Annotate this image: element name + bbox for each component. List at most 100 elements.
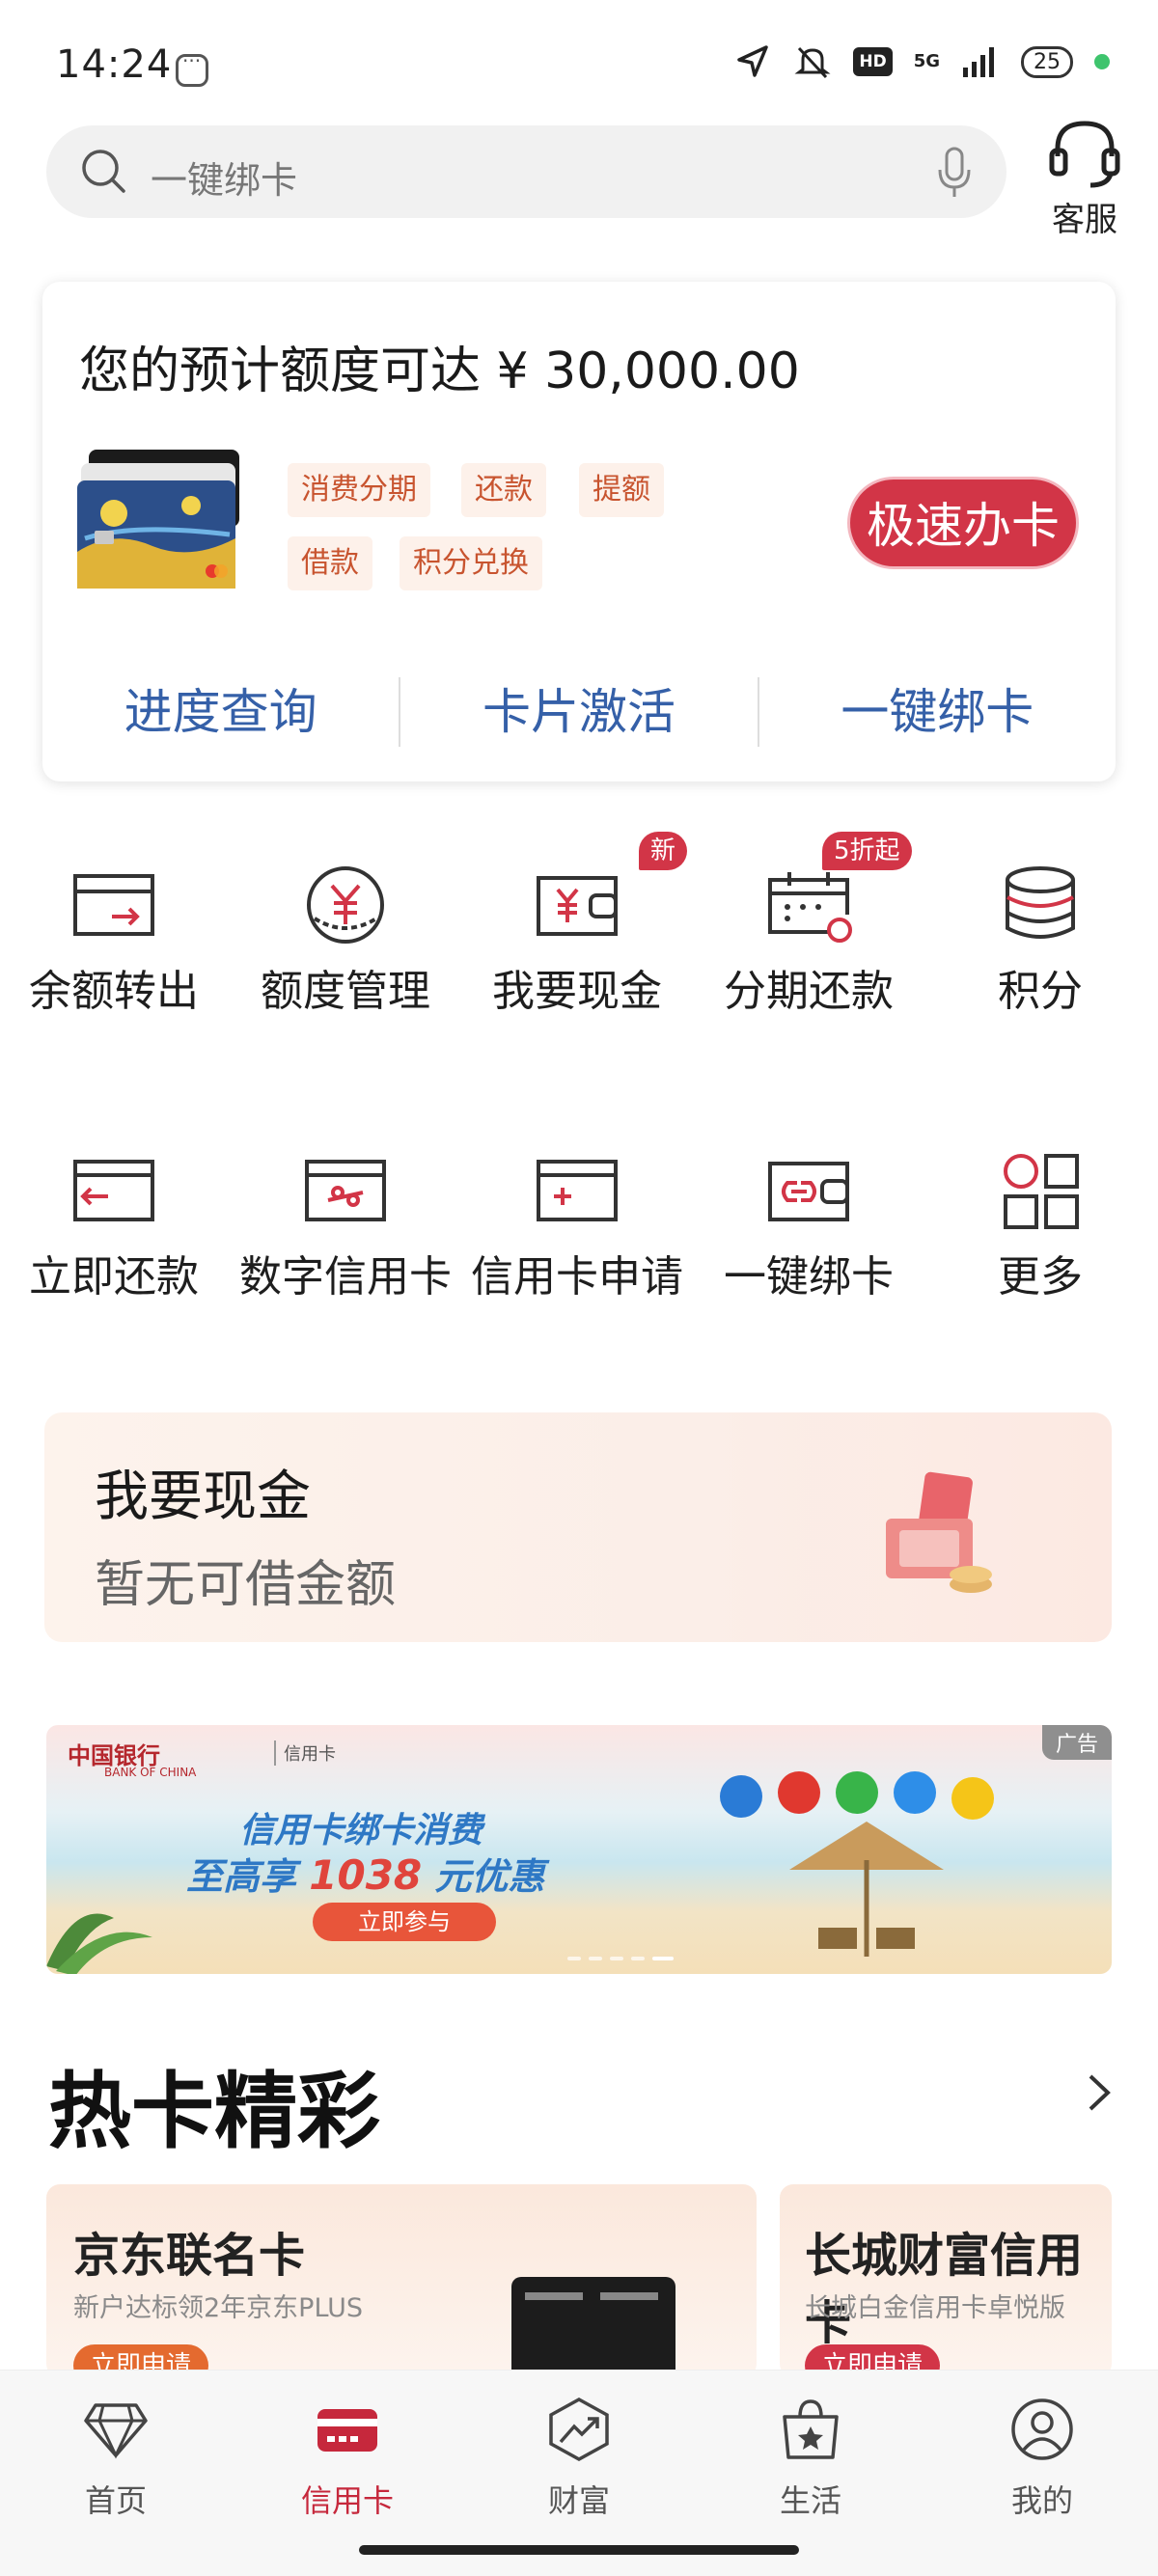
fast-apply-button[interactable]: 极速办卡	[847, 477, 1079, 569]
banner-offer-suffix: 元优惠	[434, 1855, 545, 1898]
grid-label: 余额转出	[29, 967, 199, 1016]
bank-logo-en: BANK OF CHINA	[104, 1766, 197, 1779]
tag-points-exchange[interactable]: 积分兑换	[400, 536, 542, 590]
banner-join-button[interactable]: 立即参与	[313, 1903, 496, 1941]
nav-label: 财富	[547, 2482, 610, 2519]
network-type: 5G	[913, 51, 940, 71]
grid-label: 一键绑卡	[724, 1252, 894, 1302]
message-icon	[176, 49, 208, 87]
grid-label: 积分	[998, 967, 1083, 1016]
microphone-icon[interactable]	[937, 147, 972, 199]
grid-label: 数字信用卡	[239, 1252, 452, 1302]
credit-summary-card: 您的预计额度可达 ¥ 30,000.00 消费分期 还款 提额 借款 积分兑换 …	[42, 282, 1116, 781]
estimated-limit-title: 您的预计额度可达 ¥ 30,000.00	[79, 343, 800, 400]
tag-loan[interactable]: 借款	[288, 536, 372, 590]
cash-card-title: 我要现金	[95, 1466, 311, 1528]
credit-limit-icon	[307, 866, 384, 944]
active-dot	[1094, 54, 1110, 69]
nav-credit-card[interactable]: 信用卡	[270, 2396, 425, 2521]
bind-card-icon	[768, 1162, 849, 1221]
tag-limit-increase[interactable]: 提额	[579, 463, 664, 517]
grid-item-installment[interactable]: 分期还款	[703, 859, 915, 1023]
status-time: 14:24	[56, 42, 173, 87]
grid-item-points[interactable]: 积分	[934, 859, 1146, 1023]
cash-stack-icon	[886, 1471, 992, 1593]
grid-label: 额度管理	[261, 967, 430, 1016]
search-input[interactable]: 一键绑卡	[151, 151, 297, 204]
nav-home[interactable]: 首页	[39, 2396, 193, 2521]
hot-card-great-wall[interactable]: 长城财富信用卡 长城白金信用卡卓悦版 立即申请	[780, 2184, 1112, 2377]
ad-label: 广告	[1041, 1725, 1112, 1760]
tag-installment[interactable]: 消费分期	[288, 463, 430, 517]
grid-item-card-apply[interactable]: 信用卡申请	[471, 1144, 683, 1308]
status-bar: 14:24 HD 5G 25	[0, 0, 1158, 125]
bind-card-link[interactable]: 一键绑卡	[759, 675, 1116, 749]
mute-icon	[794, 46, 831, 79]
chevron-right-icon[interactable]	[1085, 2070, 1114, 2115]
profile-icon	[1011, 2398, 1073, 2460]
search-bar[interactable]: 一键绑卡	[46, 125, 1006, 218]
grid-item-credit-limit[interactable]: 额度管理	[239, 859, 452, 1023]
customer-service-label: 客服	[1052, 201, 1117, 239]
nav-mine[interactable]: 我的	[965, 2396, 1119, 2521]
grid-item-bind-card[interactable]: 一键绑卡	[703, 1144, 915, 1308]
hot-card-title: 长城财富信用卡	[805, 2229, 1084, 2350]
diamond-icon	[84, 2403, 148, 2459]
wealth-chart-icon	[549, 2398, 609, 2461]
nav-label: 信用卡	[300, 2482, 394, 2519]
battery-icon: 25	[1021, 45, 1073, 78]
grid-label: 分期还款	[724, 967, 894, 1016]
hot-card-jd[interactable]: 京东联名卡 新户达标领2年京东PLUS 立即申请	[46, 2184, 757, 2377]
badge-new: 新	[639, 832, 688, 870]
grid-item-more[interactable]: 更多	[934, 1144, 1146, 1308]
installment-icon	[768, 872, 852, 943]
status-indicators: HD 5G 25	[733, 42, 1110, 81]
banner-brand-sub: 信用卡	[274, 1740, 336, 1766]
nav-label: 首页	[84, 2482, 147, 2519]
grid-label: 信用卡申请	[471, 1252, 683, 1302]
signal-icon	[963, 47, 994, 77]
home-indicator[interactable]	[359, 2545, 799, 2555]
summary-links: 进度查询 卡片激活 一键绑卡	[42, 675, 1116, 749]
nav-wealth[interactable]: 财富	[502, 2396, 656, 2521]
banner-pagination	[567, 1957, 674, 1960]
location-icon	[737, 45, 769, 77]
banner-offer-number: 1038	[309, 1851, 423, 1899]
hot-card-subtitle: 新户达标领2年京东PLUS	[73, 2293, 364, 2323]
promo-banner[interactable]: 中国银行 BANK OF CHINA 信用卡 广告 信用卡绑卡消费 至高享 10…	[46, 1725, 1112, 1974]
grid-item-digital-card[interactable]: 数字信用卡	[239, 1144, 452, 1308]
badge-discount: 5折起	[822, 832, 912, 870]
search-icon	[82, 150, 125, 193]
nav-life[interactable]: 生活	[733, 2396, 888, 2521]
banner-headline: 信用卡绑卡消费	[239, 1811, 483, 1850]
headset-icon	[1049, 121, 1120, 188]
card-apply-icon	[537, 1160, 618, 1221]
hot-card-title: 京东联名卡	[73, 2229, 306, 2283]
grid-label: 我要现金	[492, 967, 662, 1016]
cash-card[interactable]: 我要现金 暂无可借金额	[44, 1412, 1112, 1642]
grid-item-repay-now[interactable]: 立即还款	[8, 1144, 220, 1308]
card-activation-link[interactable]: 卡片激活	[400, 675, 757, 749]
tag-repayment[interactable]: 还款	[461, 463, 546, 517]
hot-card-subtitle: 长城白金信用卡卓悦版	[805, 2293, 1065, 2323]
grid-item-balance-transfer[interactable]: 余额转出	[8, 859, 220, 1023]
customer-service-button[interactable]: 客服	[1044, 118, 1125, 240]
repay-icon	[73, 1160, 154, 1221]
cash-wallet-icon	[537, 876, 618, 936]
hot-section-title: 热卡精彩	[48, 2064, 380, 2160]
cash-card-subtitle: 暂无可借金额	[95, 1556, 397, 1614]
partner-logos	[720, 1771, 994, 1820]
credit-card-icon	[317, 2409, 377, 2452]
more-grid-icon	[1004, 1154, 1079, 1229]
grid-item-cash[interactable]: 我要现金	[471, 859, 683, 1023]
progress-query-link[interactable]: 进度查询	[42, 675, 399, 749]
points-icon	[1006, 866, 1075, 939]
banner-offer-prefix: 至高享	[186, 1855, 297, 1898]
hd-indicator: HD	[853, 47, 893, 76]
palm-leaf-icon	[46, 1913, 152, 1974]
transfer-out-icon	[73, 874, 154, 936]
card-image	[511, 2277, 676, 2377]
nav-label: 生活	[779, 2482, 841, 2519]
digital-card-icon	[305, 1160, 386, 1221]
grid-label: 更多	[998, 1252, 1083, 1302]
